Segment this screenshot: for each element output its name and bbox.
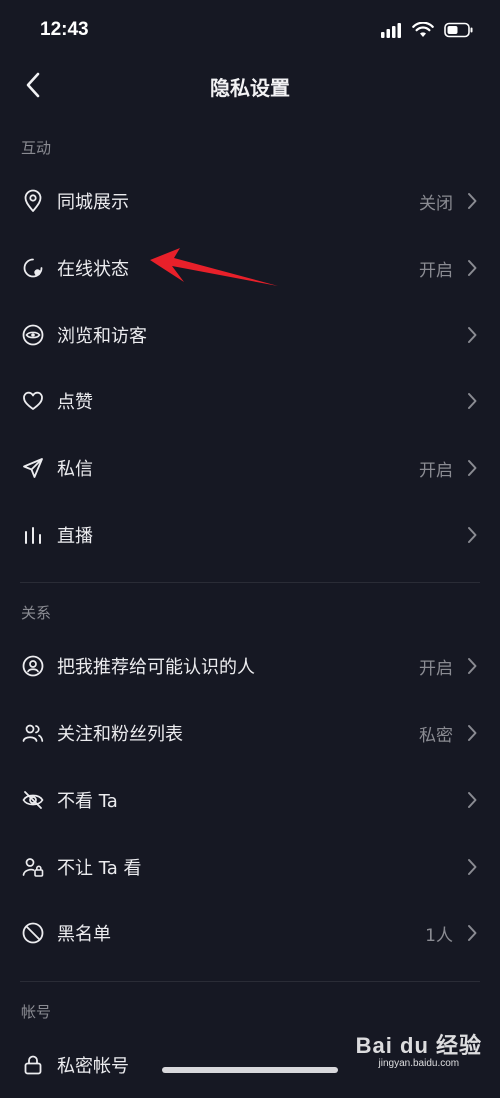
heart-icon [21,389,45,413]
row-browse-visitors[interactable]: 浏览和访客 [0,301,500,368]
paper-plane-icon [21,456,45,480]
row-hide-their-content[interactable]: 不看 Ta [0,767,500,834]
row-label: 同城展示 [57,192,129,214]
live-bars-icon [21,523,45,547]
nav-bar: 隐私设置 [0,62,500,108]
status-icons [380,22,474,38]
row-label: 不看 Ta [57,790,118,812]
row-recommend-me[interactable]: 把我推荐给可能认识的人 开启 [0,633,500,700]
row-nearby-display[interactable]: 同城展示 关闭 [0,168,500,235]
row-live[interactable]: 直播 [0,501,500,568]
cellular-signal-icon [380,22,402,38]
eye-off-icon [21,788,45,812]
row-label: 私信 [57,459,93,481]
row-following-followers[interactable]: 关注和粉丝列表 私密 [0,700,500,767]
battery-icon [444,22,474,38]
row-label: 点赞 [57,392,93,414]
row-value: 开启 [419,658,453,679]
section-header-relations: 关系 [21,604,52,623]
eye-icon [21,323,45,347]
block-icon [21,921,45,945]
user-circle-icon [21,654,45,678]
chevron-right-icon [466,526,478,544]
row-value: 开启 [419,260,453,281]
row-label: 浏览和访客 [57,325,147,347]
chevron-right-icon [466,392,478,410]
section-header-interaction: 互动 [21,139,52,157]
annotation-arrow-icon [150,248,278,286]
section-divider [20,582,480,584]
wifi-icon [412,22,434,38]
row-label: 在线状态 [57,259,129,281]
row-label: 直播 [57,525,93,547]
chevron-right-icon [466,326,478,344]
location-pin-icon [21,189,45,213]
chevron-right-icon [466,791,478,809]
row-label: 关注和粉丝列表 [57,724,183,746]
online-status-icon [21,256,45,280]
status-time: 12:43 [40,19,89,40]
chevron-right-icon [466,459,478,477]
chevron-right-icon [466,924,478,942]
chevron-right-icon [466,657,478,675]
row-value: 开启 [419,460,453,481]
section-header-account: 帐号 [21,1002,52,1021]
home-indicator[interactable] [162,1067,338,1073]
row-value: 关闭 [419,193,453,214]
chevron-right-icon [466,724,478,742]
row-hide-my-content[interactable]: 不让 Ta 看 [0,833,500,900]
status-bar: 12:43 [0,0,500,62]
row-label: 私密帐号 [57,1055,129,1077]
watermark-brand: Bai du 经验 [355,1033,482,1058]
row-label: 把我推荐给可能认识的人 [57,657,255,679]
section-divider [20,980,480,982]
page-title: 隐私设置 [210,76,290,100]
row-likes[interactable]: 点赞 [0,368,500,435]
baidu-watermark: Bai du 经验 jingyan.baidu.com [356,1028,482,1069]
users-icon [21,721,45,745]
chevron-right-icon [466,858,478,876]
row-blocklist[interactable]: 黑名单 1人 [0,900,500,967]
row-label: 黑名单 [57,924,111,946]
row-value: 1人 [425,925,453,946]
chevron-right-icon [466,192,478,210]
user-lock-icon [21,855,45,879]
row-value: 私密 [419,725,453,746]
lock-icon [21,1053,45,1077]
row-label: 不让 Ta 看 [57,857,142,879]
chevron-right-icon [466,259,478,277]
row-direct-messages[interactable]: 私信 开启 [0,435,500,502]
